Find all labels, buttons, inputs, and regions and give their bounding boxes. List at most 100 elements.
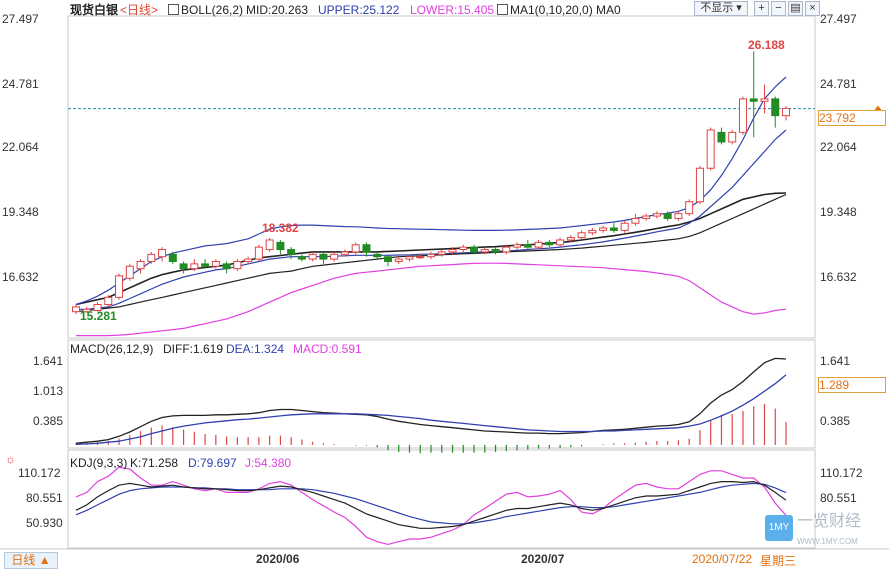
y-tick-left: 16.632 xyxy=(2,270,39,284)
candle-body xyxy=(782,107,790,117)
candle-body xyxy=(222,263,231,270)
candle-body xyxy=(470,246,479,253)
line-ma10 xyxy=(76,129,787,310)
macd-tick-right: 0.385 xyxy=(820,414,851,428)
candle-body xyxy=(405,256,414,260)
kdj-line-j xyxy=(75,466,787,546)
low-annotation: 15.281 xyxy=(80,309,117,323)
candle-body xyxy=(491,249,500,253)
candle-body xyxy=(545,241,554,246)
candle-body xyxy=(685,201,694,215)
watermark-sub: WWW.1MY.COM xyxy=(797,537,858,546)
y-tick-left: 22.064 xyxy=(2,140,39,154)
y-tick-left: 24.781 xyxy=(2,77,39,91)
kdj-line-d xyxy=(75,482,787,525)
kdj-tick-right: 110.172 xyxy=(820,466,863,480)
macd-tick-right: 1.641 xyxy=(820,354,851,368)
candle-body xyxy=(674,213,683,219)
candle-body xyxy=(717,131,726,143)
cursor-weekday: 星期三 xyxy=(760,554,797,568)
candle-body xyxy=(254,246,263,260)
boll-toggle-icon[interactable] xyxy=(168,4,179,15)
y-tick-right: 22.064 xyxy=(820,140,857,154)
instrument-title: 现货白银 xyxy=(70,3,119,17)
candle-body xyxy=(168,253,177,262)
period-label[interactable]: <日线> xyxy=(120,3,158,17)
candle-body xyxy=(179,263,188,270)
kdj-title: KDJ(9,3,3) xyxy=(70,456,128,470)
panel-frame xyxy=(67,339,816,449)
ma-toggle-icon[interactable] xyxy=(497,4,508,15)
sun-icon[interactable]: ☼ xyxy=(5,452,16,466)
candle-body xyxy=(738,98,747,133)
macd-diff: DIFF:1.619 xyxy=(163,342,224,356)
candle-body xyxy=(663,213,672,219)
candle-body xyxy=(642,215,651,219)
y-tick-right: 16.632 xyxy=(820,270,857,284)
candle-body xyxy=(749,98,758,102)
candle-body xyxy=(437,251,446,255)
high-annotation: 26.188 xyxy=(748,38,785,52)
candle-body xyxy=(448,249,457,253)
hide-indicator-button[interactable]: 不显示 ▾ xyxy=(694,1,748,16)
macd-tick-left: 1.013 xyxy=(33,384,64,398)
zoom-out-icon[interactable]: − xyxy=(771,1,786,16)
candle-body xyxy=(362,244,371,253)
candle-body xyxy=(373,253,382,258)
line-mid xyxy=(75,192,787,306)
candle-body xyxy=(351,244,360,253)
chart-canvas xyxy=(0,15,889,550)
candle-body xyxy=(340,251,349,255)
current-price-tag: 23.792 xyxy=(818,110,886,126)
local-high-annotation: 18.382 xyxy=(262,221,299,235)
candle-body xyxy=(609,227,618,231)
line-lower xyxy=(76,262,787,337)
macd-dea: DEA:1.324 xyxy=(226,342,285,356)
ma-label: MA1(0,10,20,0) MA0 xyxy=(510,3,621,17)
zoom-in-icon[interactable]: + xyxy=(754,1,769,16)
macd-line-dea xyxy=(75,374,787,446)
candle-body xyxy=(147,253,156,262)
candle-body xyxy=(104,296,113,306)
boll-upper: UPPER:25.122 xyxy=(318,3,400,17)
candle-body xyxy=(287,249,296,255)
x-tick: 2020/07 xyxy=(521,552,565,566)
candle-body xyxy=(233,260,242,270)
y-tick-left: 27.497 xyxy=(2,12,39,26)
candle-body xyxy=(652,213,661,217)
period-button[interactable]: 日线 ▲ xyxy=(4,552,58,569)
candle-body xyxy=(297,256,306,260)
kdj-j: J:54.380 xyxy=(245,456,292,470)
candle-body xyxy=(577,232,586,239)
candle-body xyxy=(631,217,640,224)
boll-lower: LOWER:15.405 xyxy=(410,3,495,17)
candle-body xyxy=(115,275,124,298)
candle-body xyxy=(383,256,392,262)
macd-current-tag: 1.289 xyxy=(818,377,886,393)
settings-icon[interactable]: ▤ xyxy=(788,1,803,16)
y-tick-right: 19.348 xyxy=(820,205,857,219)
candle-body xyxy=(190,263,199,270)
candle-body xyxy=(695,167,704,203)
candle-body xyxy=(480,249,489,253)
candle-body xyxy=(459,246,468,251)
candle-body xyxy=(771,98,780,117)
cursor-date: 2020/07/22 xyxy=(692,552,753,566)
kdj-d: D:79.697 xyxy=(188,456,237,470)
candle-body xyxy=(125,265,134,279)
candle-body xyxy=(330,253,339,260)
candle-body xyxy=(308,253,317,260)
candle-body xyxy=(276,241,285,251)
candle-body xyxy=(706,129,715,169)
kdj-tick-left: 50.930 xyxy=(26,516,63,530)
candle-body xyxy=(502,246,511,253)
kdj-k: K:71.258 xyxy=(130,456,179,470)
candle-body xyxy=(588,229,597,234)
y-tick-right: 27.497 xyxy=(820,12,857,26)
candle-body xyxy=(319,253,328,260)
candle-body xyxy=(523,244,532,248)
close-icon[interactable]: × xyxy=(805,1,820,16)
candle-body xyxy=(244,258,253,262)
candle-body xyxy=(556,239,565,246)
macd-value: MACD:0.591 xyxy=(293,342,362,356)
